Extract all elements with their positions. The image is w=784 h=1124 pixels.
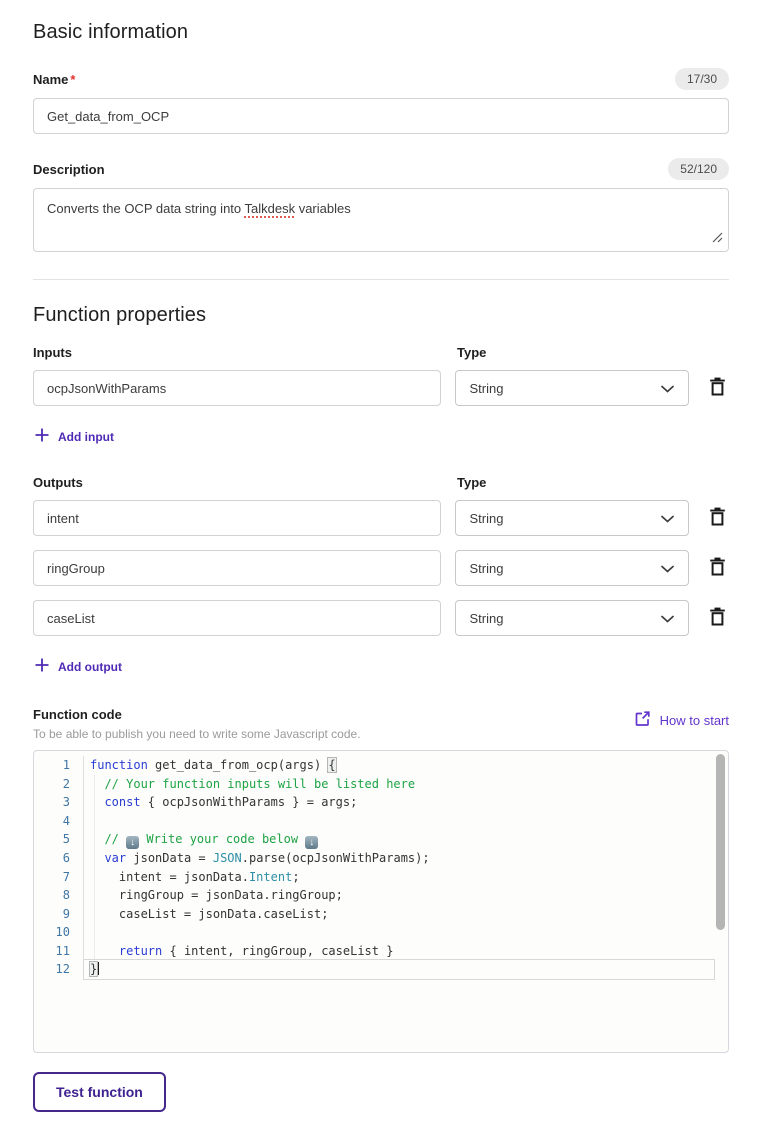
output-row: String [33,600,729,636]
chevron-down-icon [661,381,674,396]
add-input-button[interactable]: Add input [35,428,114,445]
function-properties-title: Function properties [33,304,729,327]
plus-icon [35,428,49,445]
line-number: 10 [34,923,84,942]
function-code-header: Function code To be able to publish you … [33,707,729,741]
inputs-label: Inputs [33,345,457,360]
line-number: 2 [34,775,84,794]
code-text: return { intent, ringGroup, caseList } [84,942,714,961]
name-char-counter: 17/30 [675,68,729,90]
function-code-subtitle: To be able to publish you need to write … [33,727,361,741]
output-type-select[interactable]: String [455,550,690,586]
code-line: 8 ringGroup = jsonData.ringGroup; [34,886,728,905]
function-editor-page: Basic information Name* 17/30 Descriptio… [33,0,729,1112]
description-label-row: Description 52/120 [33,158,729,180]
basic-information-title: Basic information [33,21,729,44]
code-line: 6 var jsonData = JSON.parse(ocpJsonWithP… [34,849,728,868]
code-line: 5 // ↓ Write your code below ↓ [34,830,728,849]
code-text: var jsonData = JSON.parse(ocpJsonWithPar… [84,849,714,868]
editor-scrollbar[interactable] [716,754,725,930]
inputs-column-labels: Inputs Type [33,345,729,360]
inputs-type-label: Type [457,345,486,360]
trash-icon [709,377,726,399]
line-number: 1 [34,756,84,775]
misspelled-word: Talkdesk [245,201,296,216]
function-code-label: Function code [33,707,361,722]
external-link-icon [634,710,651,730]
chevron-down-icon [661,511,674,526]
output-row: String [33,550,729,586]
chevron-down-icon [661,561,674,576]
code-text: caseList = jsonData.caseList; [84,905,714,924]
outputs-column-labels: Outputs Type [33,475,729,490]
name-input[interactable] [33,98,729,134]
outputs-label: Outputs [33,475,457,490]
code-text [84,923,714,942]
description-char-counter: 52/120 [668,158,729,180]
name-label: Name* [33,72,75,87]
description-textarea[interactable]: Converts the OCP data string into Talkde… [33,188,729,252]
down-arrow-emoji-icon: ↓ [305,836,318,849]
code-text: // Your function inputs will be listed h… [84,775,714,794]
line-number: 3 [34,793,84,812]
code-text: // ↓ Write your code below ↓ [84,830,714,849]
plus-icon [35,658,49,675]
how-to-start-link[interactable]: How to start [634,710,729,730]
description-label: Description [33,162,105,177]
line-number: 8 [34,886,84,905]
trash-icon [709,557,726,579]
code-line: 10 [34,923,728,942]
code-text [84,812,714,831]
line-number: 11 [34,942,84,961]
add-output-button[interactable]: Add output [35,658,122,675]
code-line: 2 // Your function inputs will be listed… [34,775,728,794]
code-line: 9 caseList = jsonData.caseList; [34,905,728,924]
delete-input-button[interactable] [705,376,729,400]
code-line: 7 intent = jsonData.Intent; [34,868,728,887]
line-number: 7 [34,868,84,887]
code-line: 4 [34,812,728,831]
code-text: function get_data_from_ocp(args) { [84,756,714,775]
trash-icon [709,607,726,629]
outputs-type-label: Type [457,475,486,490]
test-function-button[interactable]: Test function [33,1072,166,1112]
resize-handle-icon[interactable] [712,230,723,247]
chevron-down-icon [661,611,674,626]
output-name-field[interactable] [33,500,441,536]
line-number: 12 [34,960,84,979]
trash-icon [709,507,726,529]
code-line: 12} [34,960,728,979]
code-line: 11 return { intent, ringGroup, caseList … [34,942,728,961]
line-number: 6 [34,849,84,868]
line-number: 9 [34,905,84,924]
line-number: 4 [34,812,84,831]
delete-output-button[interactable] [705,556,729,580]
output-name-field[interactable] [33,600,441,636]
required-asterisk: * [70,72,75,87]
code-text: const { ocpJsonWithParams } = args; [84,793,714,812]
code-line: 3 const { ocpJsonWithParams } = args; [34,793,728,812]
output-type-select[interactable]: String [455,600,690,636]
code-line: 1function get_data_from_ocp(args) { [34,756,728,775]
code-text: } [84,960,714,979]
output-row: String [33,500,729,536]
input-type-select[interactable]: String [455,370,690,406]
delete-output-button[interactable] [705,606,729,630]
down-arrow-emoji-icon: ↓ [126,836,139,849]
section-divider [33,279,729,280]
code-lines: 1function get_data_from_ocp(args) {2 // … [34,751,728,979]
code-text: ringGroup = jsonData.ringGroup; [84,886,714,905]
delete-output-button[interactable] [705,506,729,530]
code-text: intent = jsonData.Intent; [84,868,714,887]
input-row: String [33,370,729,406]
code-editor[interactable]: 1function get_data_from_ocp(args) {2 // … [33,750,729,1053]
name-label-row: Name* 17/30 [33,68,729,90]
output-name-field[interactable] [33,550,441,586]
output-type-select[interactable]: String [455,500,690,536]
line-number: 5 [34,830,84,849]
input-name-field[interactable] [33,370,441,406]
